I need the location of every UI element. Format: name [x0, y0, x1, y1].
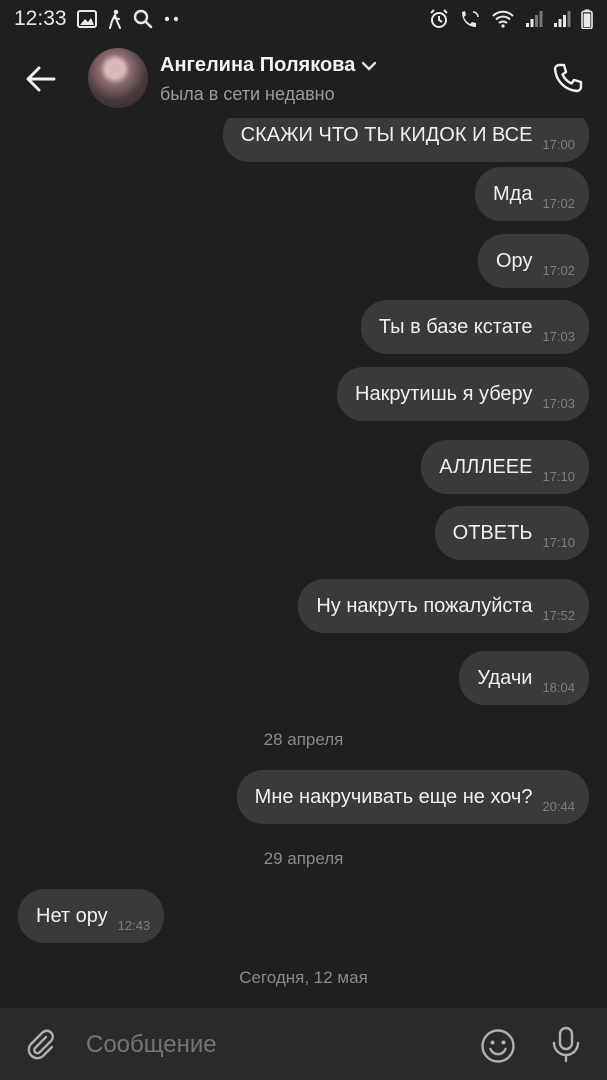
alarm-icon	[429, 9, 449, 29]
message-text: Ору	[495, 249, 533, 272]
chevron-down-icon	[362, 61, 377, 71]
message-text: СКАЖИ ЧТО ТЫ КИДОК И ВСЕ	[240, 123, 533, 146]
wifi-call-icon	[459, 9, 481, 29]
voice-message-button[interactable]	[546, 1024, 586, 1066]
message-bubble[interactable]: ОТВЕТЬ 17:10	[434, 506, 589, 560]
message-text: Ты в базе кстате	[378, 315, 533, 338]
message-bubble[interactable]: АЛЛЛЕЕЕ 17:10	[421, 440, 589, 494]
status-time: 12:33	[14, 7, 67, 30]
date-separator: 29 апреля	[263, 849, 344, 868]
message-bubble[interactable]: Удачи 18:04	[459, 651, 589, 705]
composer-bar	[0, 1008, 607, 1080]
walk-icon	[107, 9, 123, 29]
message-bubble[interactable]: Нет ору 12:43	[18, 889, 165, 943]
message-text: Нет ору	[36, 904, 108, 927]
message-bubble[interactable]: Ору 17:02	[477, 234, 589, 288]
message-time: 18:04	[542, 679, 575, 695]
arrow-left-icon	[26, 66, 56, 92]
wifi-icon	[491, 10, 515, 28]
message-text: АЛЛЛЕЕЕ	[439, 455, 533, 478]
message-time: 12:43	[117, 917, 151, 933]
message-bubble[interactable]: Накрутишь я уберу 17:03	[337, 367, 589, 421]
more-dots-icon	[163, 15, 181, 23]
message-bubble[interactable]: СКАЖИ ЧТО ТЫ КИДОК И ВСЕ 17:00	[222, 118, 589, 162]
battery-icon	[581, 9, 593, 29]
message-time: 17:03	[542, 328, 575, 344]
contact-status: была в сети недавно	[160, 84, 335, 104]
message-time: 17:10	[542, 534, 575, 550]
message-time: 17:10	[542, 468, 575, 484]
contact-name: Ангелина Полякова	[160, 54, 356, 76]
message-time: 17:02	[542, 262, 575, 278]
message-text: Мда	[493, 182, 533, 205]
search-icon	[133, 9, 153, 29]
signal-icon	[525, 10, 543, 28]
message-time: 17:02	[542, 195, 575, 211]
call-button[interactable]	[548, 58, 588, 98]
date-separator: Сегодня, 12 мая	[239, 968, 368, 987]
status-bar-left: 12:33	[14, 7, 181, 31]
contact-name-row[interactable]: Ангелина Полякова	[160, 54, 377, 77]
message-list[interactable]: СКАЖИ ЧТО ТЫ КИДОК И ВСЕ 17:00 Мда 17:02…	[0, 118, 607, 1008]
message-bubble[interactable]: Мда 17:02	[475, 167, 589, 221]
date-separator: 28 апреля	[263, 730, 344, 749]
message-text: Удачи	[477, 666, 533, 689]
microphone-icon	[552, 1026, 580, 1063]
message-bubble[interactable]: Ты в базе кстате 17:03	[360, 300, 589, 354]
message-text: Ну накруть пожалуйста	[316, 594, 533, 617]
attach-button[interactable]	[22, 1026, 60, 1064]
message-time: 17:52	[542, 607, 575, 623]
smiley-icon	[481, 1029, 515, 1063]
emoji-button[interactable]	[478, 1026, 518, 1066]
chat-header: Ангелина Полякова была в сети недавно	[0, 38, 607, 118]
phone-icon	[553, 63, 583, 93]
status-bar: 12:33	[0, 0, 607, 38]
image-icon	[76, 10, 97, 28]
status-bar-right	[429, 9, 593, 29]
message-bubble[interactable]: Мне накручивать еще не хоч? 20:44	[236, 770, 589, 824]
message-time: 20:44	[542, 798, 575, 814]
avatar[interactable]	[88, 48, 148, 108]
back-button[interactable]	[22, 60, 60, 98]
message-text: Мне накручивать еще не хоч?	[254, 785, 533, 808]
message-time: 17:00	[542, 136, 575, 152]
signal-icon-2	[553, 10, 571, 28]
message-text: Накрутишь я уберу	[355, 382, 533, 405]
message-input[interactable]	[86, 1030, 456, 1060]
message-time: 17:03	[542, 395, 575, 411]
message-text: ОТВЕТЬ	[452, 521, 533, 544]
message-bubble[interactable]: Ну накруть пожалуйста 17:52	[298, 579, 589, 633]
paperclip-icon	[27, 1029, 54, 1060]
